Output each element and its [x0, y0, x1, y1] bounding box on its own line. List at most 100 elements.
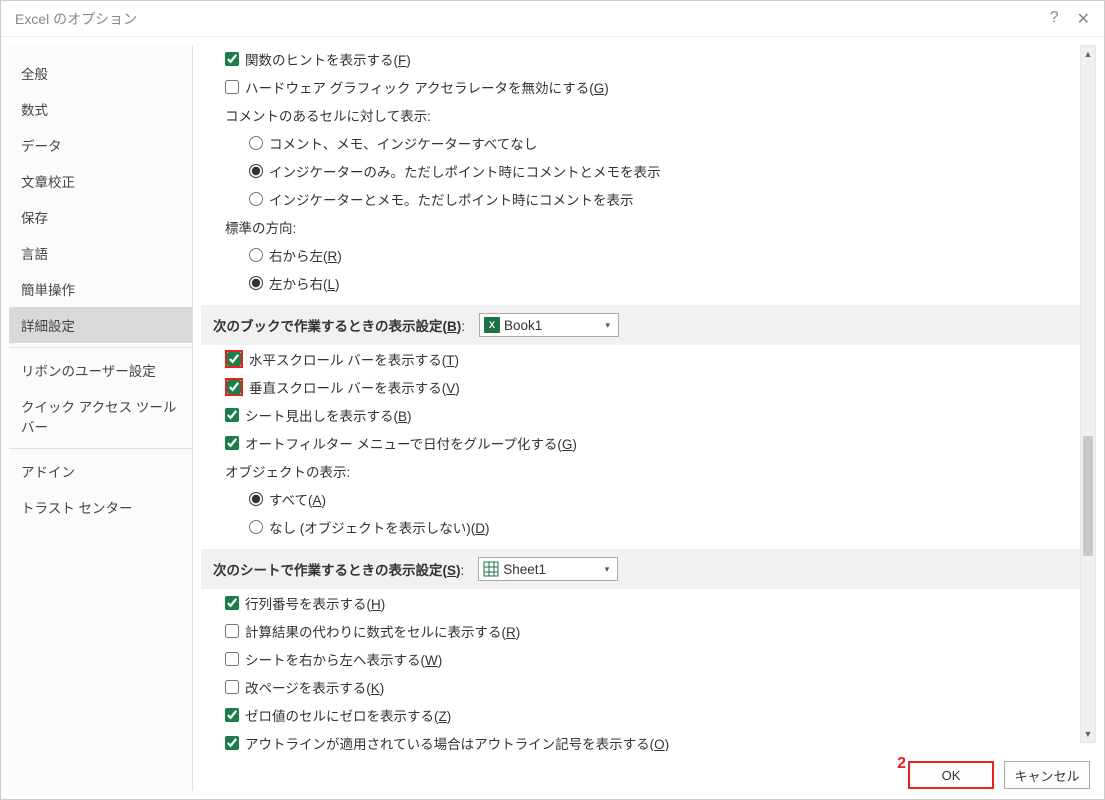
- sidebar-item-qat[interactable]: クイック アクセス ツール バー: [9, 388, 192, 444]
- sidebar-item-general[interactable]: 全般: [9, 55, 192, 91]
- option-row: ゼロ値のセルにゼロを表示する(Z): [201, 701, 1080, 729]
- checkbox-label: 改ページを表示する(K): [245, 677, 384, 697]
- radio-label: インジケーターとメモ。ただしポイント時にコメントを表示: [269, 189, 634, 209]
- option-row: 行列番号を表示する(H): [201, 589, 1080, 617]
- sidebar-item-data[interactable]: データ: [9, 127, 192, 163]
- excel-icon: X: [484, 317, 500, 333]
- callout-2-label: 2: [897, 755, 906, 773]
- ok-button[interactable]: OK: [908, 761, 994, 789]
- chevron-down-icon: ▾: [605, 564, 610, 575]
- checkbox-page-breaks[interactable]: [225, 680, 239, 694]
- window-title: Excel のオプション: [15, 9, 137, 29]
- sidebar-item-language[interactable]: 言語: [9, 235, 192, 271]
- checkbox-label: シートを右から左へ表示する(W): [245, 649, 442, 669]
- option-row: なし (オブジェクトを表示しない)(D): [201, 513, 1080, 541]
- option-row: 計算結果の代わりに数式をセルに表示する(R): [201, 617, 1080, 645]
- sidebar-item-label: アドイン: [21, 465, 75, 480]
- checkbox-zero-values[interactable]: [225, 708, 239, 722]
- checkbox-label: 水平スクロール バーを表示する(T): [249, 349, 459, 369]
- group-label: 標準の方向:: [201, 213, 1080, 241]
- sidebar: 全般 数式 データ 文章校正 保存 言語 簡単操作 詳細設定 リボンのユーザー設…: [9, 45, 193, 791]
- checkbox-label: 行列番号を表示する(H): [245, 593, 385, 613]
- sidebar-item-label: 全般: [21, 67, 48, 82]
- sidebar-item-formula[interactable]: 数式: [9, 91, 192, 127]
- radio-comment-none[interactable]: [249, 136, 263, 150]
- sidebar-item-advanced[interactable]: 詳細設定: [9, 307, 192, 343]
- section-header-book: 次のブックで作業するときの表示設定(B): X Book1 ▾: [201, 305, 1080, 345]
- checkbox-sheet-tabs[interactable]: [225, 408, 239, 422]
- checkbox-label: ハードウェア グラフィック アクセラレータを無効にする(G): [245, 77, 609, 97]
- content: 関数のヒントを表示する(F) ハードウェア グラフィック アクセラレータを無効に…: [193, 37, 1104, 751]
- label-text: コメントのあるセルに対して表示:: [225, 105, 431, 125]
- close-icon[interactable]: ✕: [1077, 9, 1090, 29]
- option-row: インジケーターのみ。ただしポイント時にコメントとメモを表示: [201, 157, 1080, 185]
- dropdown-book[interactable]: X Book1 ▾: [479, 313, 619, 337]
- chevron-down-icon: ▾: [605, 320, 610, 331]
- sidebar-item-trust[interactable]: トラスト センター: [9, 489, 192, 525]
- section-header-sheet: 次のシートで作業するときの表示設定(S): Sheet1 ▾: [201, 549, 1080, 589]
- checkbox-label: アウトラインが適用されている場合はアウトライン記号を表示する(O): [245, 733, 669, 751]
- sidebar-item-label: データ: [21, 139, 62, 154]
- checkbox-hw-accel[interactable]: [225, 80, 239, 94]
- scroll-inner: 関数のヒントを表示する(F) ハードウェア グラフィック アクセラレータを無効に…: [201, 45, 1080, 751]
- option-row: 水平スクロール バーを表示する(T): [201, 345, 1080, 373]
- dropdown-sheet[interactable]: Sheet1 ▾: [478, 557, 618, 581]
- radio-comment-memo[interactable]: [249, 192, 263, 206]
- checkbox-label: オートフィルター メニューで日付をグループ化する(G): [245, 433, 577, 453]
- radio-label: 左から右(L): [269, 273, 340, 293]
- sheet-icon: [483, 561, 499, 577]
- scrollbar-thumb[interactable]: [1083, 436, 1093, 556]
- sidebar-item-easy[interactable]: 簡単操作: [9, 271, 192, 307]
- sidebar-item-label: 言語: [21, 247, 48, 262]
- checkbox-outline-symbols[interactable]: [225, 736, 239, 750]
- option-row: すべて(A): [201, 485, 1080, 513]
- sidebar-item-ribbon[interactable]: リボンのユーザー設定: [9, 352, 192, 388]
- help-icon[interactable]: ?: [1050, 9, 1059, 29]
- sidebar-item-proofing[interactable]: 文章校正: [9, 163, 192, 199]
- sidebar-item-save[interactable]: 保存: [9, 199, 192, 235]
- option-row: 左から右(L): [201, 269, 1080, 297]
- option-row: シート見出しを表示する(B): [201, 401, 1080, 429]
- option-row: コメント、メモ、インジケーターすべてなし: [201, 129, 1080, 157]
- group-label: コメントのあるセルに対して表示:: [201, 101, 1080, 129]
- titlebar: Excel のオプション ? ✕: [1, 1, 1104, 37]
- option-row: ハードウェア グラフィック アクセラレータを無効にする(G): [201, 73, 1080, 101]
- option-row: 改ページを表示する(K): [201, 673, 1080, 701]
- section-label: 次のブックで作業するときの表示設定(B):: [213, 315, 465, 335]
- label-text: オブジェクトの表示:: [225, 461, 350, 481]
- radio-label: すべて(A): [269, 489, 326, 509]
- dropdown-value: Sheet1: [503, 562, 592, 577]
- option-row: 右から左(R): [201, 241, 1080, 269]
- sidebar-item-addin[interactable]: アドイン: [9, 453, 192, 489]
- checkbox-hscroll[interactable]: [227, 352, 241, 366]
- scrollbar-vertical[interactable]: ▲ ▼: [1080, 45, 1096, 743]
- scrollbar-down-icon[interactable]: ▼: [1081, 726, 1095, 742]
- radio-label: コメント、メモ、インジケーターすべてなし: [269, 133, 537, 153]
- checkbox-show-formulas[interactable]: [225, 624, 239, 638]
- checkbox-row-col-headers[interactable]: [225, 596, 239, 610]
- radio-rtl[interactable]: [249, 248, 263, 262]
- option-row: 関数のヒントを表示する(F): [201, 45, 1080, 73]
- checkbox-label: ゼロ値のセルにゼロを表示する(Z): [245, 705, 451, 725]
- radio-comment-indicator[interactable]: [249, 164, 263, 178]
- checkbox-sheet-rtl[interactable]: [225, 652, 239, 666]
- radio-obj-none[interactable]: [249, 520, 263, 534]
- section-label: 次のシートで作業するときの表示設定(S):: [213, 559, 464, 579]
- sidebar-separator: [9, 347, 192, 348]
- cancel-button[interactable]: キャンセル: [1004, 761, 1090, 789]
- body-area: 全般 数式 データ 文章校正 保存 言語 簡単操作 詳細設定 リボンのユーザー設…: [1, 37, 1104, 799]
- radio-label: なし (オブジェクトを表示しない)(D): [269, 517, 490, 537]
- checkbox-autofilter-group[interactable]: [225, 436, 239, 450]
- options-dialog: Excel のオプション ? ✕ 全般 数式 データ 文章校正 保存 言語 簡単…: [0, 0, 1105, 800]
- checkbox-func-hint[interactable]: [225, 52, 239, 66]
- checkbox-vscroll[interactable]: [227, 380, 241, 394]
- radio-ltr[interactable]: [249, 276, 263, 290]
- scrollbar-up-icon[interactable]: ▲: [1081, 46, 1095, 62]
- content-wrap: 関数のヒントを表示する(F) ハードウェア グラフィック アクセラレータを無効に…: [193, 37, 1104, 799]
- sidebar-item-label: クイック アクセス ツール バー: [21, 400, 176, 435]
- radio-label: 右から左(R): [269, 245, 342, 265]
- label-text: 標準の方向:: [225, 217, 296, 237]
- checkbox-label: 計算結果の代わりに数式をセルに表示する(R): [245, 621, 520, 641]
- radio-obj-all[interactable]: [249, 492, 263, 506]
- sidebar-separator: [9, 448, 192, 449]
